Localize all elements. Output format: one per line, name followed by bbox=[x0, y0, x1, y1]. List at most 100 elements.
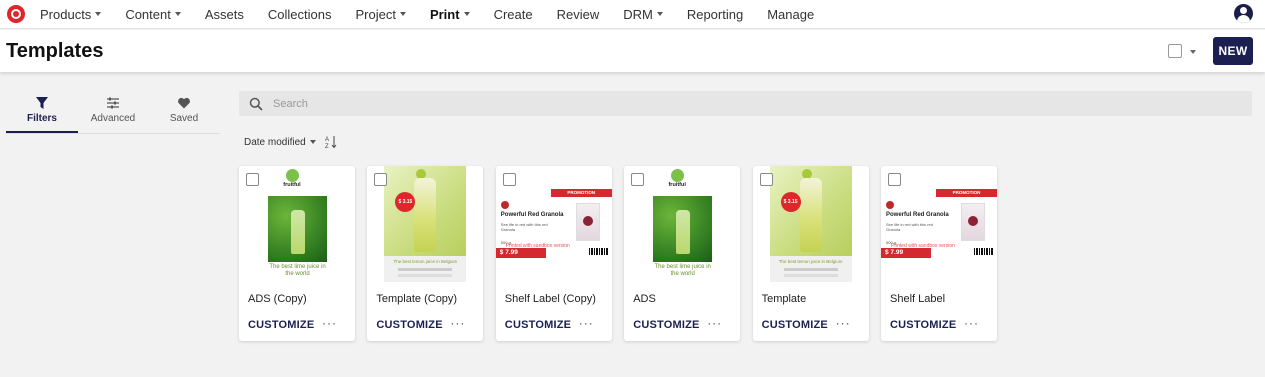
more-options-icon[interactable]: ··· bbox=[579, 316, 594, 330]
top-nav: Products Content Assets Collections Project P… bbox=[0, 0, 1265, 29]
more-options-icon[interactable]: ··· bbox=[836, 316, 851, 330]
select-all-checkbox[interactable] bbox=[1168, 44, 1182, 58]
nav-item-label: Project bbox=[355, 6, 396, 22]
brand-logo-icon bbox=[671, 169, 685, 182]
template-card[interactable]: fruitful The best lime juice in the worl… bbox=[624, 166, 741, 341]
nav-item-create[interactable]: Create bbox=[494, 7, 533, 22]
template-card[interactable]: fruitful The best lime juice in the worl… bbox=[239, 166, 355, 341]
card-checkbox[interactable] bbox=[374, 173, 388, 186]
customize-button[interactable]: CUSTOMIZE bbox=[762, 319, 828, 331]
template-name: Shelf Label (Copy) bbox=[504, 293, 596, 305]
bottle-image bbox=[291, 210, 305, 254]
nav-item-label: Assets bbox=[204, 6, 244, 22]
nav-item-review[interactable]: Review bbox=[557, 7, 600, 22]
nav-item-label: Print bbox=[429, 6, 460, 22]
chevron-down-icon bbox=[399, 12, 406, 16]
tagline: The best lime juice in the world bbox=[654, 264, 711, 277]
app-logo[interactable] bbox=[7, 5, 25, 23]
nav-item-label: Products bbox=[40, 6, 92, 22]
card-checkbox[interactable] bbox=[759, 173, 773, 186]
nav-item-label: Content bbox=[125, 6, 171, 22]
chevron-down-icon bbox=[174, 12, 181, 16]
more-options-icon[interactable]: ··· bbox=[322, 316, 337, 330]
new-button[interactable]: NEW bbox=[1213, 37, 1253, 65]
tagline: The best lime juice in the world bbox=[269, 264, 326, 277]
customize-button[interactable]: CUSTOMIZE bbox=[505, 319, 571, 331]
tab-advanced-label: Advanced bbox=[90, 113, 136, 124]
heart-icon bbox=[178, 97, 190, 109]
card-checkbox[interactable] bbox=[246, 173, 259, 186]
nav-item-label: Collections bbox=[267, 6, 332, 22]
nav-item-content[interactable]: Content bbox=[125, 7, 181, 22]
sort-dropdown[interactable]: Date modified bbox=[244, 137, 306, 148]
bottle-image bbox=[799, 178, 822, 252]
customize-button[interactable]: CUSTOMIZE bbox=[248, 319, 314, 331]
template-card[interactable]: $ 3.15 The best lemon juice in Belgium T… bbox=[367, 166, 484, 341]
brand-name: fruitful bbox=[668, 182, 686, 188]
promo-banner: PROMOTION bbox=[550, 189, 612, 197]
card-checkbox[interactable] bbox=[631, 173, 645, 186]
more-options-icon[interactable]: ··· bbox=[450, 316, 465, 330]
tab-filters-label: Filters bbox=[26, 113, 57, 124]
nav-item-drm[interactable]: DRM bbox=[623, 7, 663, 22]
nav-item-label: Reporting bbox=[686, 6, 744, 22]
nav-item-label: Manage bbox=[767, 6, 815, 22]
template-card[interactable]: $ 3.15 The best lemon juice in Belgium T… bbox=[752, 166, 869, 341]
template-card[interactable]: PROMOTION Powerful Red Granola See life … bbox=[495, 166, 612, 341]
template-name: ADS (Copy) bbox=[248, 293, 307, 305]
title-bar: Templates NEW bbox=[0, 30, 1265, 72]
filter-tabs: Filters Advanced Saved bbox=[6, 93, 220, 133]
tabs-divider bbox=[6, 133, 220, 134]
svg-text:Z: Z bbox=[325, 144, 329, 149]
search-input[interactable] bbox=[273, 94, 1173, 113]
more-options-icon[interactable]: ··· bbox=[964, 316, 979, 330]
card-checkbox[interactable] bbox=[502, 173, 516, 186]
nav-item-project[interactable]: Project bbox=[355, 6, 406, 22]
package-image bbox=[961, 203, 985, 241]
template-name: Template (Copy) bbox=[376, 293, 458, 305]
sliders-icon bbox=[107, 97, 119, 109]
tagline-strip: The best lemon juice in Belgium bbox=[384, 256, 467, 282]
sort-row: Date modified A Z bbox=[244, 134, 337, 150]
more-options-icon[interactable]: ··· bbox=[707, 316, 722, 330]
svg-text:A: A bbox=[325, 137, 329, 143]
tab-saved-label: Saved bbox=[169, 113, 199, 124]
template-name: Template bbox=[761, 293, 807, 305]
customize-button[interactable]: CUSTOMIZE bbox=[376, 319, 442, 331]
template-name: Shelf Label bbox=[890, 293, 946, 305]
tab-filters[interactable]: Filters bbox=[6, 93, 78, 133]
nav-item-manage[interactable]: Manage bbox=[767, 7, 814, 22]
nav-item-print[interactable]: Print bbox=[430, 7, 470, 22]
nav-item-label: DRM bbox=[623, 6, 653, 22]
tab-saved[interactable]: Saved bbox=[148, 93, 220, 133]
sort-direction-icon[interactable]: A Z bbox=[325, 135, 337, 149]
nav-item-collections[interactable]: Collections bbox=[268, 7, 332, 22]
brand-logo-icon bbox=[500, 201, 509, 209]
user-avatar-icon[interactable] bbox=[1234, 4, 1253, 23]
template-name: ADS bbox=[633, 293, 656, 305]
nav-item-assets[interactable]: Assets bbox=[205, 7, 244, 22]
nav-item-label: Create bbox=[493, 6, 533, 22]
barcode-icon bbox=[588, 248, 609, 255]
bottle-image bbox=[414, 178, 437, 252]
product-title: Powerful Red Granola bbox=[886, 212, 949, 218]
tagline: The best lemon juice in Belgium bbox=[393, 259, 458, 264]
card-checkbox[interactable] bbox=[888, 173, 901, 186]
tagline: The best lemon juice in Belgium bbox=[778, 259, 843, 264]
customize-button[interactable]: CUSTOMIZE bbox=[890, 319, 956, 331]
tab-advanced[interactable]: Advanced bbox=[77, 93, 149, 133]
bottle-image bbox=[676, 210, 691, 254]
nav-item-reporting[interactable]: Reporting bbox=[687, 7, 743, 22]
price-badge: $ 3.15 bbox=[780, 192, 801, 212]
nav-item-label: Review bbox=[556, 6, 600, 22]
customize-button[interactable]: CUSTOMIZE bbox=[633, 319, 699, 331]
price-tag: $ 7.99 bbox=[881, 248, 931, 258]
brand-logo-icon bbox=[286, 169, 299, 182]
product-description: See life in red with this red Granola bbox=[500, 222, 548, 232]
nav-item-products[interactable]: Products bbox=[40, 6, 102, 22]
template-card[interactable]: PROMOTION Powerful Red Granola See life … bbox=[881, 166, 997, 341]
sort-caret-icon[interactable] bbox=[309, 140, 316, 144]
select-options-caret-icon[interactable] bbox=[1190, 50, 1196, 54]
package-image bbox=[575, 203, 600, 241]
brand-logo-icon bbox=[886, 201, 894, 209]
